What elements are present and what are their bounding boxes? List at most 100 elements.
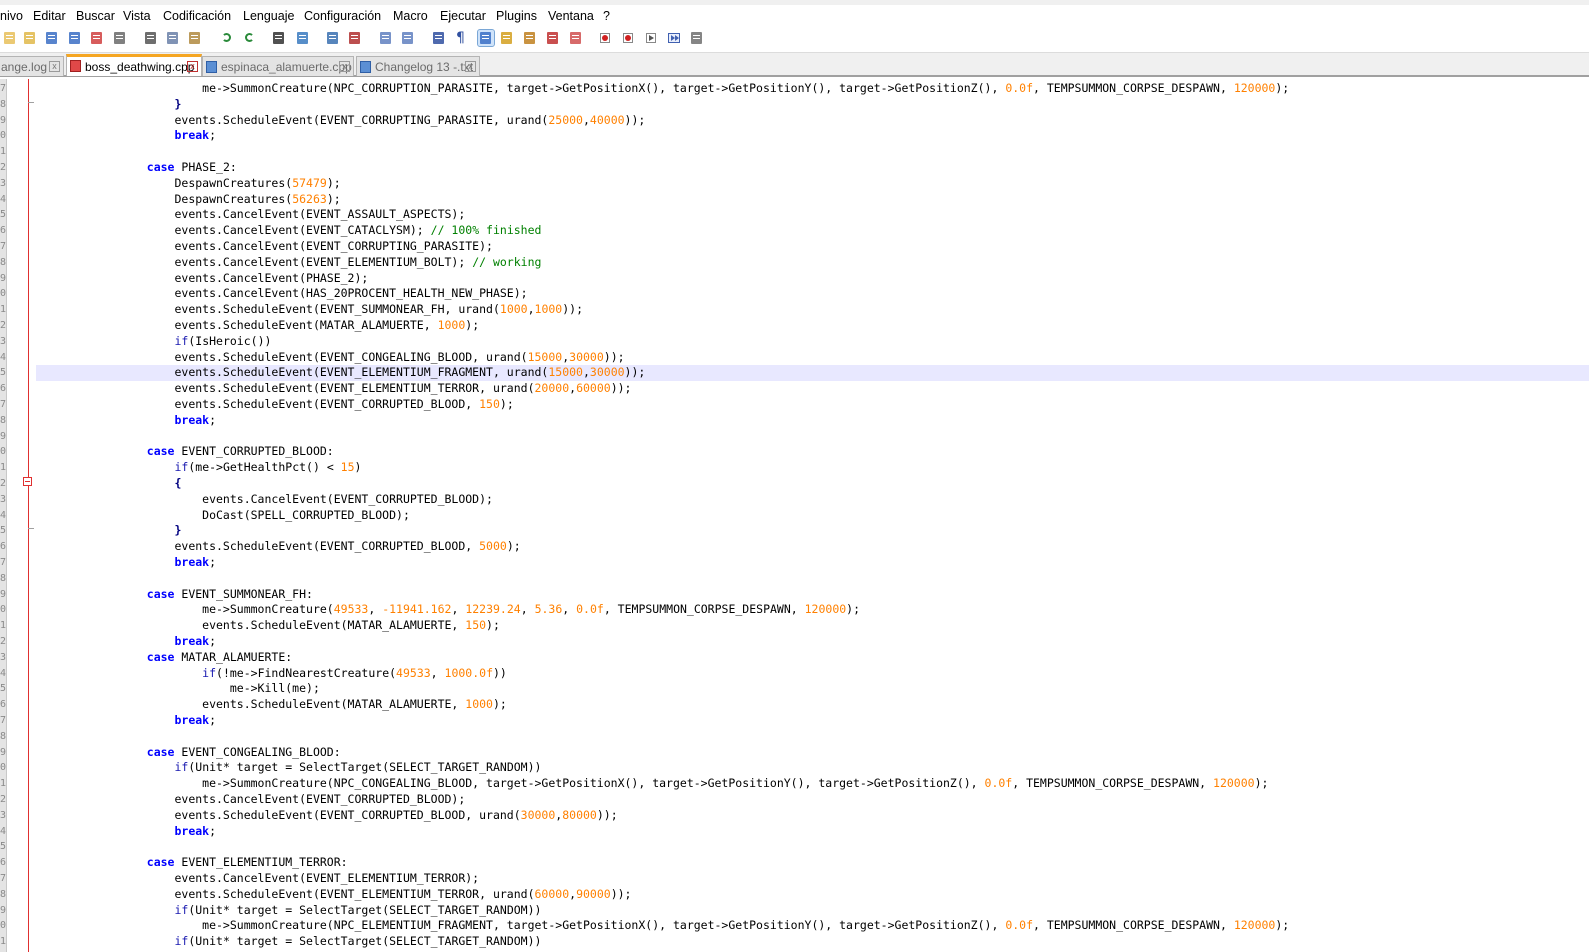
code-line[interactable]: me->Kill(me); — [36, 681, 1589, 697]
code-line[interactable]: events.ScheduleEvent(EVENT_CORRUPTED_BLO… — [36, 397, 1589, 413]
menu-help[interactable]: ? — [603, 9, 610, 23]
code-line[interactable]: { — [36, 476, 1589, 492]
code-line[interactable]: events.CancelEvent(EVENT_CORRUPTING_PARA… — [36, 239, 1589, 255]
code-line[interactable]: events.CancelEvent(EVENT_CATACLYSM); // … — [36, 223, 1589, 239]
code-line[interactable]: me->SummonCreature(NPC_CORRUPTION_PARASI… — [36, 81, 1589, 97]
menu-codificaci-n[interactable]: Codificación — [163, 9, 231, 23]
folder-workspace-icon[interactable] — [568, 30, 584, 46]
fold-collapse-icon[interactable] — [23, 477, 32, 486]
save-icon[interactable] — [44, 30, 60, 46]
code-line[interactable]: if(me->GetHealthPct() < 15) — [36, 460, 1589, 476]
code-line[interactable]: if(Unit* target = SelectTarget(SELECT_TA… — [36, 934, 1589, 950]
code-line[interactable]: events.ScheduleEvent(EVENT_CORRUPTING_PA… — [36, 113, 1589, 129]
code-line[interactable]: } — [36, 523, 1589, 539]
save-all-icon[interactable] — [67, 30, 83, 46]
word-wrap-icon[interactable] — [431, 30, 447, 46]
menu-ejecutar[interactable]: Ejecutar — [440, 9, 486, 23]
current-code-line[interactable]: events.ScheduleEvent(EVENT_ELEMENTIUM_FR… — [36, 365, 1589, 382]
code-line[interactable]: break; — [36, 555, 1589, 571]
code-line[interactable]: break; — [36, 824, 1589, 840]
code-line[interactable]: if(IsHeroic()) — [36, 334, 1589, 350]
zoom-in-icon[interactable] — [325, 30, 341, 46]
code-line[interactable]: if(!me->FindNearestCreature(49533, 1000.… — [36, 666, 1589, 682]
tab-boss-deathwing-cpp[interactable]: boss_deathwing.cpp x — [66, 54, 202, 76]
code-line[interactable]: events.ScheduleEvent(EVENT_SUMMONEAR_FH,… — [36, 302, 1589, 318]
code-line[interactable]: } — [36, 97, 1589, 113]
code-line[interactable] — [36, 571, 1589, 587]
menu-vista[interactable]: Vista — [123, 9, 151, 23]
code-line[interactable]: events.ScheduleEvent(EVENT_CONGEALING_BL… — [36, 350, 1589, 366]
close-icon[interactable]: x — [187, 61, 198, 72]
menu-ventana[interactable]: Ventana — [548, 9, 594, 23]
code-line[interactable]: events.ScheduleEvent(MATAR_ALAMUERTE, 10… — [36, 697, 1589, 713]
menu-nivo[interactable]: nivo — [0, 9, 23, 23]
code-line[interactable]: if(Unit* target = SelectTarget(SELECT_TA… — [36, 760, 1589, 776]
code-line[interactable]: events.ScheduleEvent(EVENT_ELEMENTIUM_TE… — [36, 887, 1589, 903]
code-line[interactable]: me->SummonCreature(49533, -11941.162, 12… — [36, 602, 1589, 618]
code-line[interactable] — [36, 144, 1589, 160]
stop-record-icon[interactable] — [620, 30, 636, 46]
code-line[interactable]: events.ScheduleEvent(EVENT_CORRUPTED_BLO… — [36, 539, 1589, 555]
paste-icon[interactable] — [187, 30, 203, 46]
run-macro-multiple-icon[interactable] — [666, 30, 682, 46]
close-icon[interactable] — [89, 30, 105, 46]
menu-lenguaje[interactable]: Lenguaje — [243, 9, 294, 23]
tab-changelog-13-txt[interactable]: Changelog 13 -.txt x — [356, 56, 480, 76]
code-line[interactable]: break; — [36, 413, 1589, 429]
code-line[interactable]: if(Unit* target = SelectTarget(SELECT_TA… — [36, 903, 1589, 919]
indent-guide-icon[interactable] — [477, 29, 495, 47]
code-line[interactable]: me->SummonCreature(NPC_CONGEALING_BLOOD,… — [36, 776, 1589, 792]
code-line[interactable]: DoCast(SPELL_CORRUPTED_BLOOD); — [36, 508, 1589, 524]
sync-horizontal-icon[interactable] — [400, 30, 416, 46]
code-line[interactable]: events.ScheduleEvent(MATAR_ALAMUERTE, 10… — [36, 318, 1589, 334]
doc-map-icon[interactable] — [522, 30, 538, 46]
code-line[interactable]: events.CancelEvent(EVENT_ASSAULT_ASPECTS… — [36, 207, 1589, 223]
save-macro-icon[interactable] — [689, 30, 705, 46]
menu-plugins[interactable]: Plugins — [496, 9, 537, 23]
find-icon[interactable] — [271, 30, 287, 46]
code-line[interactable]: events.CancelEvent(HAS_20PROCENT_HEALTH_… — [36, 286, 1589, 302]
code-line[interactable]: events.CancelEvent(PHASE_2); — [36, 271, 1589, 287]
close-icon[interactable]: x — [465, 61, 476, 72]
menu-editar[interactable]: Editar — [33, 9, 66, 23]
code-line[interactable]: case MATAR_ALAMUERTE: — [36, 650, 1589, 666]
code-line[interactable] — [36, 429, 1589, 445]
code-line[interactable]: events.ScheduleEvent(MATAR_ALAMUERTE, 15… — [36, 618, 1589, 634]
code-line[interactable]: case PHASE_2: — [36, 160, 1589, 176]
code-line[interactable]: case EVENT_CONGEALING_BLOOD: — [36, 745, 1589, 761]
code-line[interactable]: events.CancelEvent(EVENT_ELEMENTIUM_BOLT… — [36, 255, 1589, 271]
code-line[interactable]: case EVENT_CORRUPTED_BLOOD: — [36, 444, 1589, 460]
code-editor[interactable]: me->SummonCreature(NPC_CORRUPTION_PARASI… — [36, 79, 1589, 952]
code-line[interactable]: events.ScheduleEvent(EVENT_ELEMENTIUM_TE… — [36, 381, 1589, 397]
open-file-icon[interactable] — [22, 30, 38, 46]
code-line[interactable]: break; — [36, 713, 1589, 729]
record-macro-icon[interactable] — [597, 30, 613, 46]
replace-icon[interactable] — [295, 30, 311, 46]
menu-configuraci-n[interactable]: Configuración — [304, 9, 381, 23]
code-line[interactable]: case EVENT_SUMMONEAR_FH: — [36, 587, 1589, 603]
function-list-icon[interactable] — [545, 30, 561, 46]
tab-ange-log[interactable]: ange.log x — [0, 56, 64, 76]
code-line[interactable]: events.ScheduleEvent(EVENT_CORRUPTED_BLO… — [36, 808, 1589, 824]
menu-macro[interactable]: Macro — [393, 9, 428, 23]
close-icon[interactable]: x — [49, 61, 60, 72]
code-line[interactable]: me->SummonCreature(NPC_ELEMENTIUM_FRAGME… — [36, 918, 1589, 934]
code-line[interactable] — [36, 839, 1589, 855]
close-icon[interactable]: x — [339, 61, 350, 72]
code-line[interactable]: break; — [36, 128, 1589, 144]
code-line[interactable]: events.CancelEvent(EVENT_CORRUPTED_BLOOD… — [36, 492, 1589, 508]
play-macro-icon[interactable] — [643, 30, 659, 46]
show-all-chars-icon[interactable]: ¶ — [453, 30, 469, 46]
print-icon[interactable] — [112, 30, 128, 46]
undo-icon[interactable] — [219, 30, 235, 46]
new-file-icon[interactable] — [2, 30, 18, 46]
code-line[interactable]: events.CancelEvent(EVENT_CORRUPTED_BLOOD… — [36, 792, 1589, 808]
code-line[interactable]: events.CancelEvent(EVENT_ELEMENTIUM_TERR… — [36, 871, 1589, 887]
code-line[interactable]: DespawnCreatures(56263); — [36, 192, 1589, 208]
copy-icon[interactable] — [165, 30, 181, 46]
zoom-out-icon[interactable] — [347, 30, 363, 46]
cut-icon[interactable] — [143, 30, 159, 46]
user-lang-icon[interactable] — [499, 30, 515, 46]
code-line[interactable]: case EVENT_ELEMENTIUM_TERROR: — [36, 855, 1589, 871]
redo-icon[interactable] — [242, 30, 258, 46]
